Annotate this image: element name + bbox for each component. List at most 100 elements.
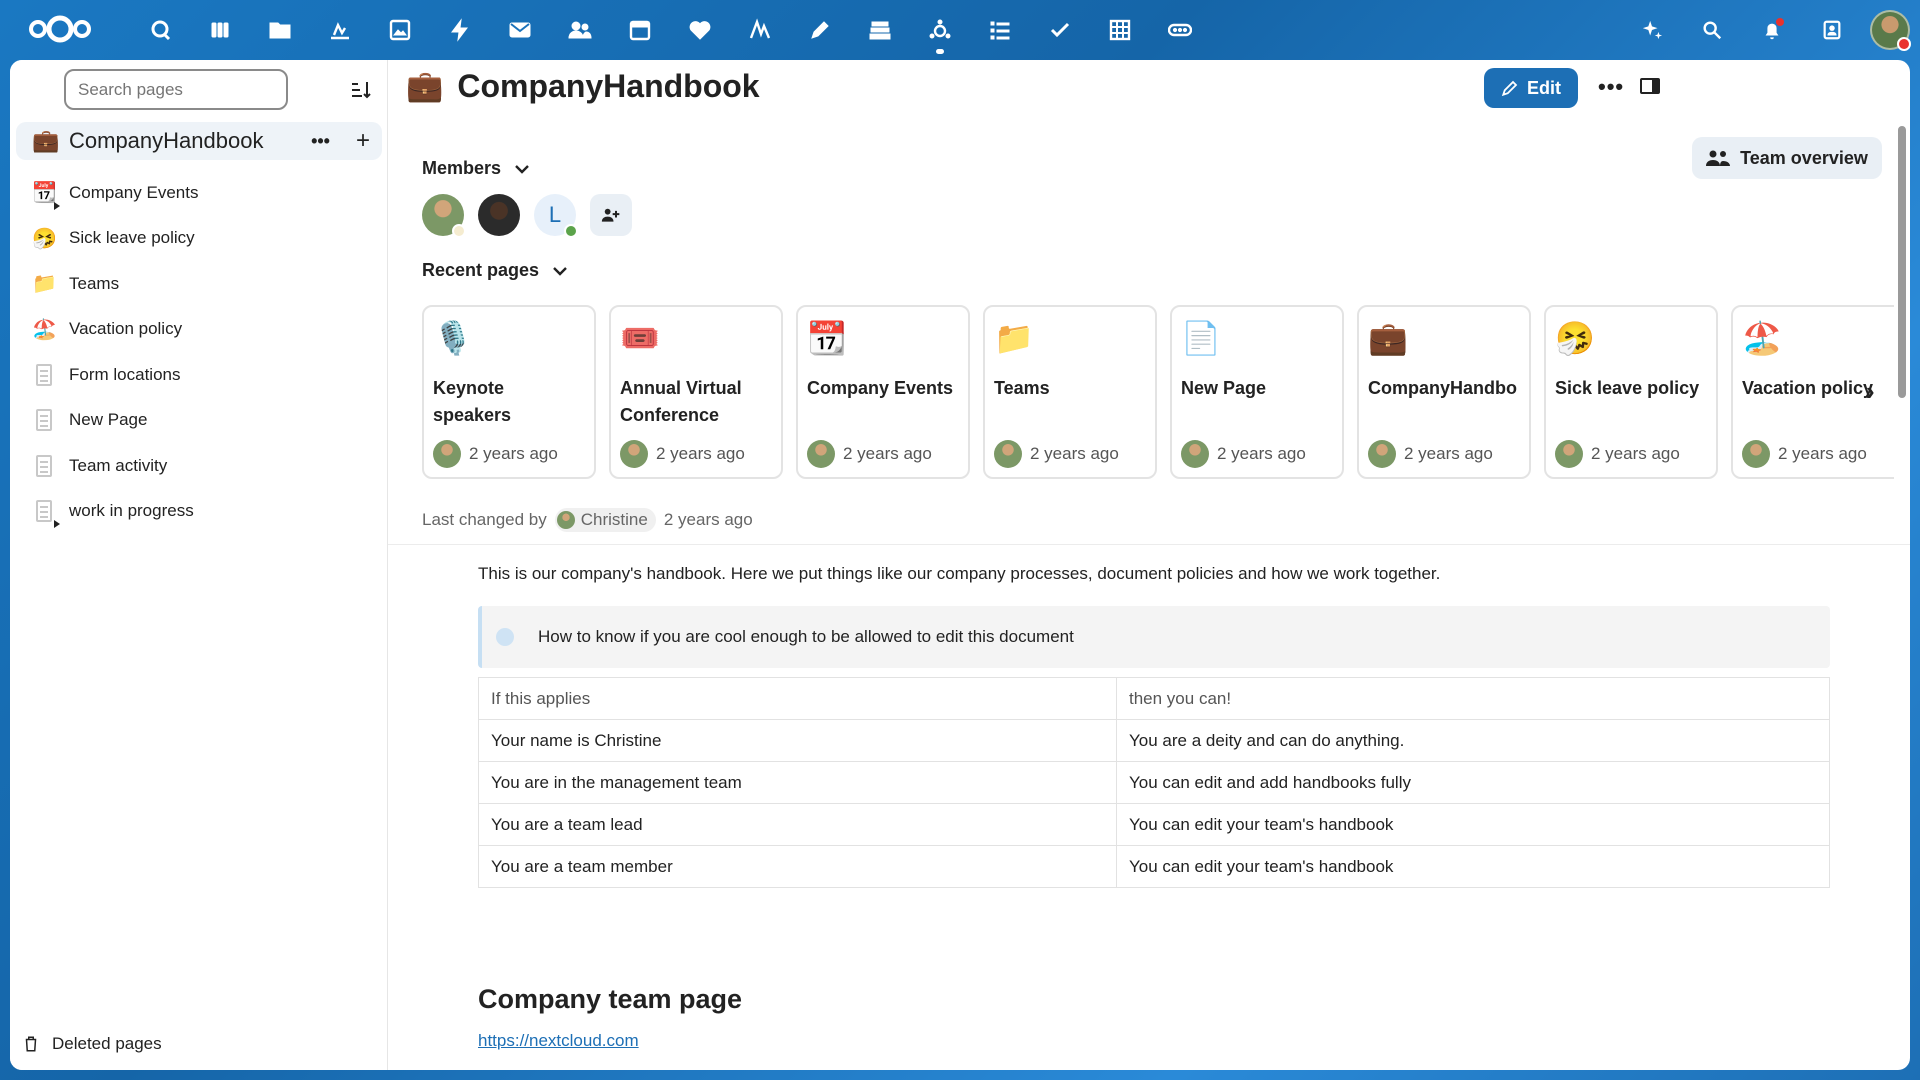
member-avatar[interactable]: L	[534, 194, 578, 238]
status-dnd-indicator	[1897, 37, 1911, 51]
ocs-icon[interactable]	[1150, 0, 1210, 60]
page-emoji[interactable]: 💼	[406, 69, 443, 104]
beach-emoji-icon: 🏖️	[1742, 320, 1782, 356]
contacts-icon[interactable]	[550, 0, 610, 60]
table-cell: You are in the management team	[478, 761, 1117, 804]
add-member-icon[interactable]	[590, 194, 632, 236]
table-row: You are a team lead You can edit your te…	[478, 803, 1830, 846]
activity-icon[interactable]	[310, 0, 370, 60]
recent-page-time: 2 years ago	[1778, 444, 1867, 463]
sidebar-item-work-in-progress[interactable]: work in progress	[16, 489, 382, 535]
deleted-pages-label: Deleted pages	[52, 1034, 162, 1053]
sidebar-item-new-page[interactable]: New Page	[16, 398, 382, 444]
nextcloud-link[interactable]: https://nextcloud.com	[478, 1031, 1830, 1051]
sidebar-item-teams[interactable]: 📁 Teams	[16, 261, 382, 307]
stack-icon[interactable]	[850, 0, 910, 60]
health-icon[interactable]	[670, 0, 730, 60]
last-changed-prefix: Last changed by	[422, 510, 547, 529]
recent-page-card[interactable]: 📁 Teams 2 years ago	[983, 305, 1157, 479]
search-pages-input[interactable]	[64, 69, 288, 110]
main-content: 💼 CompanyHandbook Edit ••• Members Team …	[388, 60, 1910, 1070]
assistant-icon[interactable]	[1622, 0, 1682, 60]
sidebar-item-vacation[interactable]: 🏖️ Vacation policy	[16, 307, 382, 353]
expand-caret-icon[interactable]	[54, 201, 60, 210]
tasks-icon[interactable]	[970, 0, 1030, 60]
user-avatar[interactable]	[1870, 10, 1911, 51]
recent-page-card[interactable]: 🤧 Sick leave policy 2 years ago	[1544, 305, 1718, 479]
more-actions-icon[interactable]: •••	[311, 131, 330, 152]
chevron-right-icon[interactable]: ›	[1866, 376, 1875, 407]
scrollbar[interactable]	[1898, 126, 1906, 398]
calendar-emoji-icon: 📆	[32, 182, 57, 205]
sidebar-item-company-events[interactable]: 📆 Company Events	[16, 170, 382, 216]
sort-icon[interactable]	[348, 78, 372, 102]
expand-caret-icon[interactable]	[54, 520, 60, 528]
recent-page-time: 2 years ago	[843, 444, 932, 463]
tables-icon[interactable]	[1090, 0, 1150, 60]
member-avatar[interactable]	[478, 194, 520, 236]
dashboard-icon[interactable]	[130, 0, 190, 60]
document-body[interactable]: This is our company's handbook. Here we …	[478, 564, 1830, 1051]
page-tree: 💼 CompanyHandbook ••• + 📆 Company Events…	[16, 122, 382, 534]
sidebar-item-sick-leave[interactable]: 🤧 Sick leave policy	[16, 216, 382, 262]
notifications-icon[interactable]	[1742, 0, 1802, 60]
photos-icon[interactable]	[370, 0, 430, 60]
pencil-icon	[1501, 80, 1518, 97]
members-toggle[interactable]: Members	[422, 158, 529, 179]
sidebar-item-form-locations[interactable]: Form locations	[16, 352, 382, 398]
sneezing-emoji-icon: 🤧	[1555, 320, 1595, 356]
recent-page-time: 2 years ago	[1404, 444, 1493, 463]
sidebar-item-label: Sick leave policy	[69, 228, 195, 248]
header-right	[1622, 0, 1920, 60]
more-actions-icon[interactable]: •••	[1598, 74, 1624, 100]
author-avatar	[433, 440, 461, 468]
author-avatar	[1555, 440, 1583, 468]
table-cell: You are a deity and can do anything.	[1116, 719, 1830, 762]
intro-paragraph: This is our company's handbook. Here we …	[478, 564, 1441, 583]
collectives-icon[interactable]	[910, 0, 970, 60]
sidebar-item-label: Vacation policy	[69, 319, 183, 339]
member-initial: L	[548, 202, 562, 227]
deleted-pages-button[interactable]: Deleted pages	[22, 1034, 162, 1054]
app-window: 💼 CompanyHandbook ••• + 📆 Company Events…	[10, 60, 1910, 1070]
ticket-emoji-icon: 🎟️	[620, 320, 660, 356]
recent-pages-toggle[interactable]: Recent pages	[422, 260, 567, 281]
member-avatar[interactable]	[422, 194, 466, 238]
files-icon[interactable]	[250, 0, 310, 60]
user-chip[interactable]: Christine	[554, 508, 656, 532]
checkmark-icon[interactable]	[1030, 0, 1090, 60]
members-heading: Members	[422, 158, 502, 178]
add-page-icon[interactable]: +	[356, 127, 370, 155]
search-icon[interactable]	[1682, 0, 1742, 60]
recent-page-card[interactable]: 📆 Company Events 2 years ago	[796, 305, 970, 479]
table-cell: You can edit your team's handbook	[1116, 803, 1830, 846]
notes-icon[interactable]	[790, 0, 850, 60]
author-avatar	[1181, 440, 1209, 468]
edit-button[interactable]: Edit	[1484, 68, 1578, 108]
table-cell: You are a team lead	[478, 803, 1117, 846]
toggle-sidebar-icon[interactable]	[1640, 78, 1660, 94]
app-menu	[130, 0, 1210, 60]
recent-page-card[interactable]: 🎟️ Annual Virtual Conference 2 years ago	[609, 305, 783, 479]
text-icon[interactable]	[730, 0, 790, 60]
recent-page-card[interactable]: 📄 New Page 2 years ago	[1170, 305, 1344, 479]
chevron-down-icon	[515, 164, 529, 174]
recent-page-card[interactable]: 🎙️ Keynote speakers 2 years ago	[422, 305, 596, 479]
author-avatar	[1368, 440, 1396, 468]
sidebar-item-root[interactable]: 💼 CompanyHandbook ••• +	[16, 122, 382, 160]
flash-icon[interactable]	[430, 0, 490, 60]
nextcloud-logo[interactable]	[28, 11, 92, 47]
table-cell: Your name is Christine	[478, 719, 1117, 762]
deck-icon[interactable]	[190, 0, 250, 60]
sidebar-item-team-activity[interactable]: Team activity	[16, 443, 382, 489]
table-header: then you can!	[1116, 677, 1830, 720]
recent-page-card[interactable]: 💼 CompanyHandbo 2 years ago	[1357, 305, 1531, 479]
microphone-emoji-icon: 🎙️	[433, 320, 473, 356]
team-overview-button[interactable]: Team overview	[1692, 137, 1882, 179]
contacts-menu-icon[interactable]	[1802, 0, 1862, 60]
sidebar-item-label: Teams	[69, 273, 120, 293]
trash-icon	[25, 1036, 37, 1052]
recent-page-time: 2 years ago	[469, 444, 558, 463]
mail-icon[interactable]	[490, 0, 550, 60]
calendar-icon[interactable]	[610, 0, 670, 60]
